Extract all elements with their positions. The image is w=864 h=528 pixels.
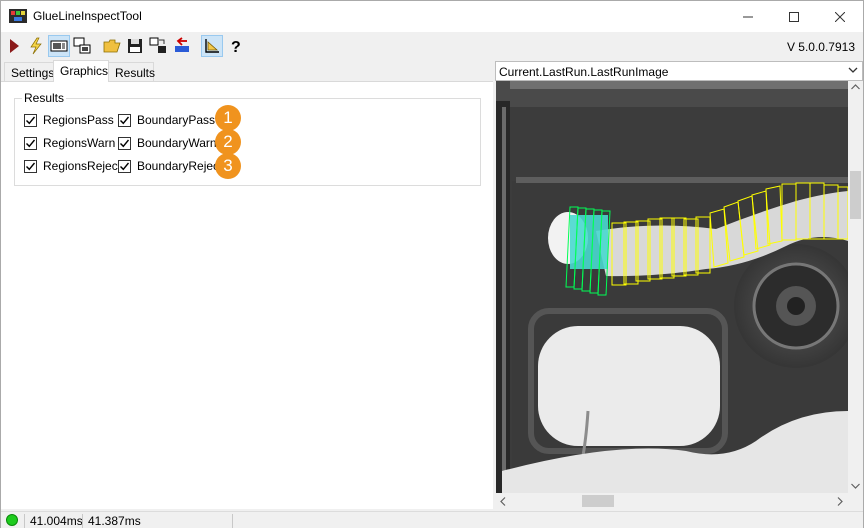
close-button[interactable] — [817, 1, 863, 32]
status-empty-panel — [232, 514, 863, 528]
boundary-reject-checkbox[interactable]: BoundaryReject — [118, 159, 222, 173]
app-icon — [9, 9, 27, 23]
check-icon — [26, 116, 36, 124]
image-selector[interactable]: Current.LastRun.LastRunImage — [495, 61, 863, 81]
callout-badge-3: 3 — [215, 153, 241, 179]
run-icon — [10, 39, 19, 53]
vertical-scroll-thumb[interactable] — [850, 171, 861, 219]
vertical-scrollbar[interactable] — [848, 81, 863, 493]
electric-mode-button[interactable] — [25, 35, 47, 57]
results-group-label: Results — [22, 91, 67, 105]
check-icon — [26, 162, 36, 170]
show-panel-button[interactable] — [48, 35, 70, 57]
checkbox-label: RegionsWarn — [43, 136, 116, 150]
checkbox-label: RegionsPass — [43, 113, 114, 127]
image-display[interactable] — [496, 81, 848, 493]
reset-button[interactable] — [171, 35, 193, 57]
image-selector-value: Current.LastRun.LastRunImage — [499, 65, 669, 79]
check-icon — [26, 139, 36, 147]
tab-settings[interactable]: Settings — [4, 62, 54, 82]
horizontal-scrollbar[interactable] — [496, 493, 848, 509]
svg-text:?: ? — [231, 39, 241, 55]
show-panel-icon — [50, 40, 68, 52]
checkbox-label: RegionsReject — [43, 159, 122, 173]
status-led-icon — [6, 514, 18, 526]
check-icon — [120, 162, 130, 170]
status-time-2: 41.387ms — [82, 514, 232, 528]
checkbox-box[interactable] — [24, 159, 37, 173]
checkbox-box[interactable] — [118, 159, 131, 173]
maximize-button[interactable] — [771, 1, 817, 32]
graphics-panel: Results RegionsPass BoundaryPass Regions… — [1, 81, 493, 509]
close-icon — [835, 11, 845, 22]
tab-graphics[interactable]: Graphics — [53, 60, 109, 82]
horizontal-scroll-thumb[interactable] — [582, 495, 614, 507]
boundary-pass-checkbox[interactable]: BoundaryPass — [118, 113, 215, 127]
check-icon — [120, 116, 130, 124]
import-export-button[interactable] — [147, 35, 169, 57]
help-button[interactable]: ? — [225, 35, 247, 57]
checkbox-box[interactable] — [118, 136, 131, 150]
window-title: GlueLineInspectTool — [33, 9, 142, 23]
open-folder-icon — [103, 39, 121, 53]
graphics-settings-icon — [205, 39, 219, 53]
scroll-right-icon[interactable] — [837, 497, 843, 506]
save-button[interactable] — [124, 35, 146, 57]
split-view-icon — [73, 37, 91, 54]
status-bar: 41.004ms 41.387ms — [1, 511, 863, 528]
lightning-icon — [30, 37, 42, 55]
inspection-image — [496, 81, 848, 493]
regions-warn-checkbox[interactable]: RegionsWarn — [24, 136, 115, 150]
graphics-settings-button[interactable] — [201, 35, 223, 57]
callout-badge-2: 2 — [215, 129, 241, 155]
results-groupbox: Results RegionsPass BoundaryPass Regions… — [14, 91, 481, 186]
maximize-icon — [789, 11, 799, 22]
checkbox-box[interactable] — [118, 113, 131, 127]
tab-strip: Settings Graphics Results — [1, 60, 493, 82]
regions-pass-checkbox[interactable]: RegionsPass — [24, 113, 114, 127]
scroll-down-icon[interactable] — [851, 483, 860, 489]
checkbox-label: BoundaryPass — [137, 113, 216, 127]
checkbox-label: BoundaryWarn — [137, 136, 217, 150]
regions-reject-checkbox[interactable]: RegionsReject — [24, 159, 121, 173]
tab-results[interactable]: Results — [108, 62, 155, 82]
version-label: V 5.0.0.7913 — [786, 40, 855, 54]
minimize-button[interactable] — [725, 1, 771, 32]
toolbar: ? V 5.0.0.7913 — [1, 32, 863, 60]
scroll-up-icon[interactable] — [851, 84, 860, 90]
help-icon: ? — [231, 39, 241, 55]
run-button[interactable] — [3, 35, 25, 57]
checkbox-box[interactable] — [24, 136, 37, 150]
minimize-icon — [743, 16, 753, 17]
import-export-icon — [149, 37, 166, 53]
main-window: GlueLineInspectTool ? V 5.0.0.7913 Setti… — [0, 0, 864, 528]
check-icon — [120, 139, 130, 147]
status-time-1: 41.004ms — [24, 514, 83, 528]
callout-badge-1: 1 — [215, 105, 241, 131]
scroll-left-icon[interactable] — [500, 497, 506, 506]
checkbox-box[interactable] — [24, 113, 37, 127]
open-button[interactable] — [101, 35, 123, 57]
checkbox-label: BoundaryReject — [137, 159, 223, 173]
title-bar: GlueLineInspectTool — [1, 1, 863, 32]
split-view-button[interactable] — [71, 35, 93, 57]
boundary-warn-checkbox[interactable]: BoundaryWarn — [118, 136, 217, 150]
reset-icon — [175, 37, 189, 52]
chevron-down-icon — [848, 67, 858, 73]
scrollbar-corner — [848, 493, 863, 509]
save-icon — [128, 39, 142, 53]
